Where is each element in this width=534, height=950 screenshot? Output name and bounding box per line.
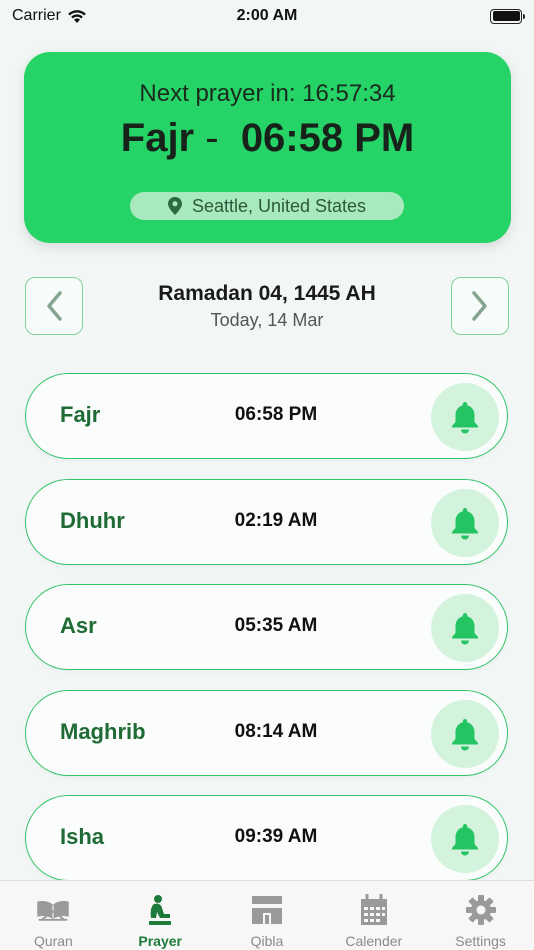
bell-icon — [452, 718, 478, 750]
tab-label: Prayer — [138, 933, 182, 949]
tab-label: Settings — [455, 933, 506, 949]
bell-icon — [452, 402, 478, 434]
asr-notification-button[interactable] — [431, 594, 499, 662]
prayer-name: Maghrib — [60, 718, 146, 744]
quran-book-icon — [35, 893, 71, 927]
tab-label: Quran — [33, 933, 73, 949]
kaaba-icon — [249, 893, 285, 927]
tab-calender[interactable]: Calender — [320, 881, 427, 950]
current-prayer-separator: - — [205, 116, 219, 160]
prayer-time: 06:58 PM — [234, 404, 318, 425]
location-label: Seattle, United States — [191, 195, 367, 216]
date-display: Ramadan 04, 1445 AH Today, 14 Mar — [100, 282, 434, 331]
dhuhr-notification-button[interactable] — [431, 488, 499, 557]
gear-icon — [463, 893, 499, 927]
prayer-row-fajr: Fajr 06:58 PM — [25, 373, 508, 459]
tab-prayer[interactable]: Prayer — [107, 881, 214, 950]
next-prayer-countdown: Next prayer in: 16:57:34 — [139, 80, 396, 107]
prayer-time: 05:35 AM — [234, 615, 318, 636]
prayer-row-asr: Asr 05:35 AM — [25, 584, 508, 670]
tab-qibla[interactable]: Qibla — [214, 881, 321, 950]
battery-icon — [490, 8, 525, 24]
hijri-date: Ramadan 04, 1445 AH — [158, 282, 376, 305]
previous-day-button[interactable] — [25, 277, 83, 335]
prayer-row-maghrib: Maghrib 08:14 AM — [25, 689, 508, 776]
next-prayer-card: Next prayer in: 16:57:34 Fajr - 06:58 PM… — [24, 52, 511, 243]
tab-quran[interactable]: Quran — [0, 881, 107, 950]
prayer-name: Isha — [60, 824, 105, 849]
wifi-icon — [68, 9, 86, 23]
prayer-time: 09:39 AM — [234, 826, 318, 847]
bell-icon — [452, 507, 478, 539]
isha-notification-button[interactable] — [431, 805, 499, 873]
current-prayer-name: Fajr — [120, 116, 195, 160]
current-prayer-time: 06:58 PM — [240, 116, 415, 160]
chevron-right-icon — [472, 291, 487, 321]
prayer-name: Asr — [60, 613, 97, 638]
next-day-button[interactable] — [451, 277, 509, 335]
prayer-name: Dhuhr — [60, 507, 125, 533]
prayer-row-dhuhr: Dhuhr 02:19 AM — [25, 478, 508, 565]
status-bar: Carrier 2:00 AM — [0, 0, 534, 32]
gregorian-date: Today, 14 Mar — [210, 310, 324, 330]
bell-icon — [452, 824, 478, 856]
tab-bar: Quran Prayer Qibla Calender Settings — [0, 880, 534, 950]
prayer-name: Fajr — [60, 402, 101, 427]
prayer-time: 02:19 AM — [234, 509, 318, 531]
prayer-time: 08:14 AM — [234, 720, 318, 742]
fajr-notification-button[interactable] — [431, 383, 499, 451]
maghrib-notification-button[interactable] — [431, 699, 499, 768]
calendar-icon — [356, 893, 392, 927]
prayer-list: Fajr 06:58 PM Dhuhr 02:19 AM Asr 05:35 A… — [25, 373, 508, 901]
prayer-row-isha: Isha 09:39 AM — [25, 795, 508, 881]
tab-label: Calender — [345, 933, 403, 949]
chevron-left-icon — [47, 291, 62, 321]
location-pill[interactable]: Seattle, United States — [130, 192, 404, 220]
bell-icon — [452, 613, 478, 645]
tab-settings[interactable]: Settings — [427, 881, 534, 950]
current-prayer-heading: Fajr - 06:58 PM — [24, 116, 511, 161]
carrier-label: Carrier — [12, 7, 61, 24]
location-pin-icon — [167, 197, 182, 215]
tab-label: Qibla — [250, 933, 284, 949]
prayer-person-icon — [142, 893, 178, 927]
status-left: Carrier — [12, 7, 87, 25]
